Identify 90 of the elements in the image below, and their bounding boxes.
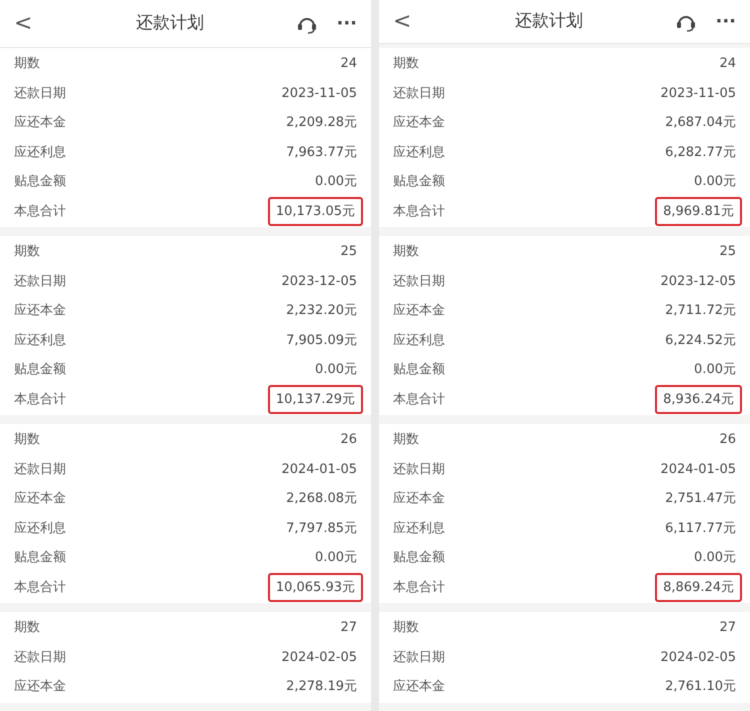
back-button[interactable]: < — [14, 7, 44, 40]
field-value: 26 — [340, 431, 357, 449]
field-label: 应还利息 — [14, 520, 66, 538]
field-value: 0.00元 — [694, 173, 736, 191]
field-value: 2023-12-05 — [660, 272, 736, 290]
field-value: 2024-02-05 — [281, 648, 357, 666]
field-value: 27 — [340, 619, 357, 637]
field-label: 应还本金 — [393, 490, 445, 508]
field-label: 本息合计 — [14, 202, 66, 220]
field-label: 还款日期 — [393, 460, 445, 478]
page-title: 还款计划 — [514, 10, 584, 33]
field-value: 24 — [340, 55, 357, 73]
field-label: 贴息金额 — [14, 549, 66, 567]
field-label: 期数 — [14, 243, 40, 261]
field-value: 0.00元 — [694, 361, 736, 379]
field-label: 应还利息 — [14, 144, 66, 162]
field-label: 应还本金 — [393, 302, 445, 320]
field-label: 贴息金额 — [14, 361, 66, 379]
highlighted-value: 10,065.93元 — [268, 572, 363, 602]
field-label: 期数 — [14, 55, 40, 73]
field-label: 应还本金 — [393, 678, 445, 696]
field-label: 还款日期 — [14, 84, 66, 102]
field-label: 应还本金 — [14, 490, 66, 508]
field-label: 还款日期 — [14, 272, 66, 290]
field-value: 2023-12-05 — [281, 272, 357, 290]
field-value: 7,797.85元 — [286, 520, 357, 538]
field-value: 0.00元 — [694, 549, 736, 567]
highlighted-value: 10,173.05元 — [268, 196, 363, 226]
field-value: 2024-01-05 — [281, 460, 357, 478]
field-label: 本息合计 — [14, 390, 66, 408]
field-label: 期数 — [393, 243, 419, 261]
field-label: 应还本金 — [14, 678, 66, 696]
field-label: 还款日期 — [14, 648, 66, 666]
field-value: 2,209.28元 — [286, 114, 357, 132]
field-label: 应还本金 — [14, 114, 66, 132]
page-title: 还款计划 — [135, 12, 206, 35]
field-value: 2,687.04元 — [665, 114, 736, 132]
field-value: 2023-11-05 — [281, 84, 357, 102]
more-button[interactable]: ··· — [336, 10, 357, 37]
field-label: 应还利息 — [14, 332, 66, 350]
field-label: 贴息金额 — [393, 549, 445, 567]
field-value: 2,268.08元 — [286, 490, 357, 508]
field-value: 0.00元 — [315, 549, 357, 567]
field-value: 0.00元 — [315, 361, 357, 379]
field-value: 6,282.77元 — [665, 144, 736, 162]
field-value: 2,278.19元 — [286, 678, 357, 696]
field-label: 还款日期 — [393, 648, 445, 666]
field-label: 期数 — [14, 431, 40, 449]
field-value: 2,751.47元 — [665, 490, 736, 508]
field-label: 本息合计 — [14, 578, 66, 596]
field-value: 2,761.10元 — [665, 678, 736, 696]
field-value: 25 — [719, 243, 736, 261]
field-value: 2,232.20元 — [286, 302, 357, 320]
field-label: 应还利息 — [393, 332, 445, 350]
field-value: 25 — [340, 243, 357, 261]
field-label: 贴息金额 — [393, 361, 445, 379]
field-value: 2,711.72元 — [665, 302, 736, 320]
field-label: 期数 — [14, 619, 40, 637]
field-value: 7,905.09元 — [286, 332, 357, 350]
field-label: 还款日期 — [14, 460, 66, 478]
field-label: 还款日期 — [393, 84, 445, 102]
field-label: 期数 — [393, 55, 419, 73]
field-value: 24 — [719, 55, 736, 73]
field-value: 26 — [719, 431, 736, 449]
highlighted-value: 10,137.29元 — [268, 384, 363, 414]
field-value: 7,963.77元 — [286, 144, 357, 162]
field-value: 6,117.77元 — [665, 520, 736, 538]
field-label: 应还本金 — [14, 302, 66, 320]
field-label: 本息合计 — [393, 578, 445, 596]
more-button[interactable]: ··· — [715, 8, 736, 35]
field-value: 2023-11-05 — [660, 84, 736, 102]
highlighted-value: 8,869.24元 — [655, 572, 742, 602]
field-value: 27 — [719, 619, 736, 637]
field-label: 期数 — [393, 619, 419, 637]
field-label: 应还本金 — [393, 114, 445, 132]
field-label: 贴息金额 — [393, 173, 445, 191]
field-value: 2024-01-05 — [660, 460, 736, 478]
back-button[interactable]: < — [393, 5, 423, 38]
highlighted-value: 8,936.24元 — [655, 384, 742, 414]
highlighted-value: 8,969.81元 — [655, 196, 742, 226]
field-label: 还款日期 — [393, 272, 445, 290]
field-value: 6,224.52元 — [665, 332, 736, 350]
field-label: 应还利息 — [393, 520, 445, 538]
field-value: 2024-02-05 — [660, 648, 736, 666]
field-label: 本息合计 — [393, 202, 445, 220]
field-label: 贴息金额 — [14, 173, 66, 191]
field-label: 应还利息 — [393, 144, 445, 162]
field-value: 0.00元 — [315, 173, 357, 191]
field-label: 本息合计 — [393, 390, 445, 408]
field-label: 期数 — [393, 431, 419, 449]
